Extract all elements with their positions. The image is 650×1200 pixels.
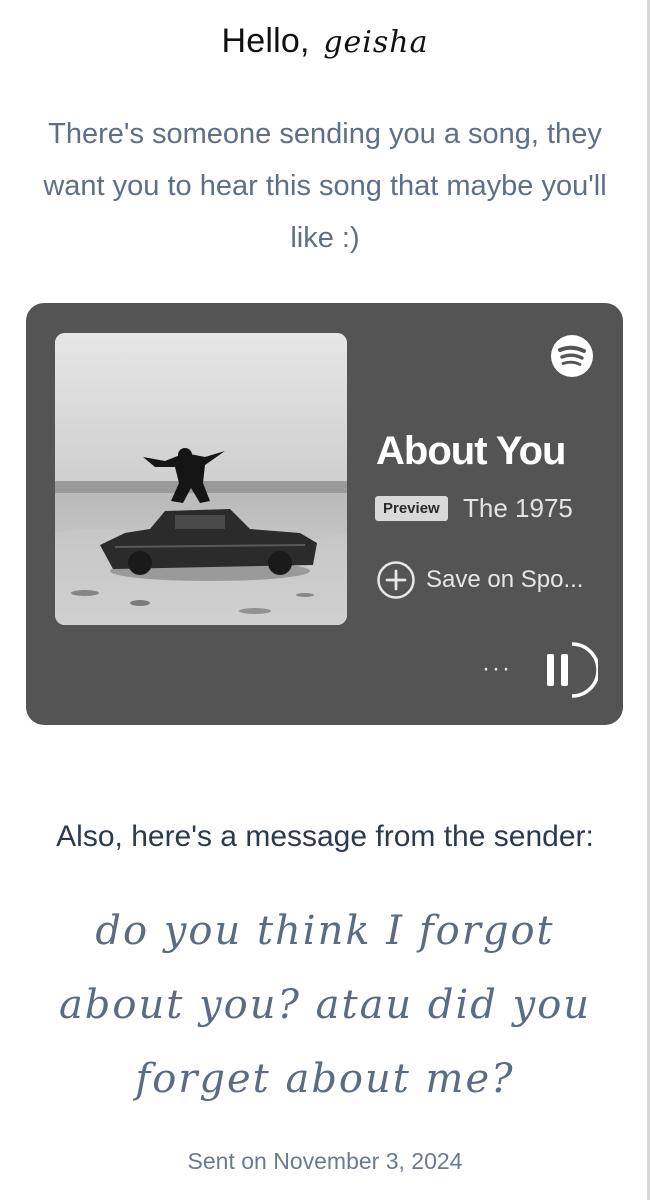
- save-on-spotify-button[interactable]: Save on Spo...: [376, 560, 583, 600]
- save-label: Save on Spo...: [426, 566, 584, 593]
- greeting: Hello, geisha: [0, 22, 650, 61]
- track-title[interactable]: About You: [376, 429, 566, 474]
- plus-circle-icon: [377, 561, 415, 599]
- sent-date: Sent on November 3, 2024: [187, 1148, 463, 1174]
- spotify-player-card: About You Preview The 1975 Save on Spo..…: [26, 303, 623, 725]
- album-cover: [55, 333, 347, 625]
- intro-text: There's someone sending you a song, they…: [43, 118, 607, 254]
- pause-icon[interactable]: [542, 640, 598, 700]
- artist-name[interactable]: The 1975: [463, 493, 573, 524]
- more-options-button[interactable]: ···: [482, 657, 512, 681]
- spotify-logo-icon[interactable]: [551, 335, 593, 377]
- recipient-name: geisha: [323, 25, 429, 60]
- preview-badge: Preview: [375, 496, 448, 521]
- sender-message: do you think I forgot about you? atau di…: [58, 908, 592, 1102]
- message-heading: Also, here's a message from the sender:: [56, 820, 594, 853]
- greeting-hello: Hello,: [221, 22, 310, 60]
